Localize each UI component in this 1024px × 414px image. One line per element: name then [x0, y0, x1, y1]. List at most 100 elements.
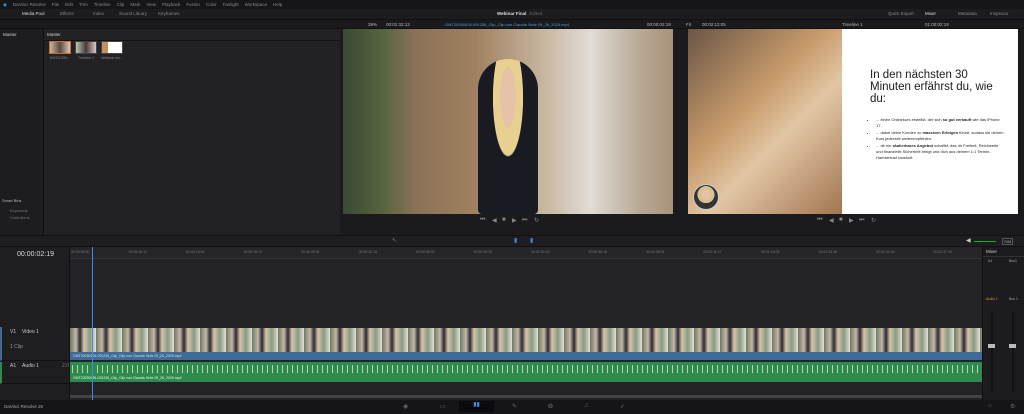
track-id: V1 [10, 329, 17, 335]
mixer-channel-label: Bus 1 [1009, 297, 1018, 301]
play-icon[interactable]: ▶ [849, 217, 854, 224]
menu-view[interactable]: View [146, 2, 156, 7]
snapping-icon[interactable]: ▮ [514, 237, 517, 244]
linked-selection-icon[interactable]: ▮ [530, 237, 533, 244]
index-button[interactable]: Index [93, 11, 104, 16]
menu-fairlight[interactable]: Fairlight [223, 2, 239, 7]
color-page-icon[interactable]: ❂ [548, 403, 553, 410]
timeline-select[interactable]: Timeline 1 [842, 22, 863, 27]
product-name: DaVinci Resolve 20 [4, 404, 44, 409]
menu-bar: ◉ DaVinci Resolve File Edit Trim Timelin… [0, 0, 1024, 9]
playhead[interactable] [92, 247, 93, 400]
video-track-header[interactable]: V1 Video 1 1 Clip [0, 327, 70, 361]
webcam-overlay [693, 184, 719, 210]
selection-tool-icon[interactable]: ↖ [392, 237, 397, 244]
webinar-thumbnail[interactable] [101, 41, 123, 54]
menu-mark[interactable]: Mark [130, 2, 140, 7]
track-name[interactable]: Video 1 [22, 329, 39, 335]
track-id: A1 [10, 363, 17, 369]
skip-start-icon[interactable]: ⏮ [817, 217, 822, 224]
project-title: Webinar Final [497, 11, 527, 16]
timeline-duration: 00:02:12:05 [702, 22, 726, 27]
timeline-viewer[interactable]: In den nächsten 30 Minuten erfährst du, … [682, 29, 1024, 235]
menu-clip[interactable]: Clip [117, 2, 125, 7]
menu-playback[interactable]: Playback [162, 2, 180, 7]
volume-slider[interactable] [974, 241, 996, 242]
stop-icon[interactable]: ■ [839, 217, 843, 223]
clip-label: Webinar sin... [101, 56, 123, 60]
play-icon[interactable]: ▶ [512, 217, 517, 224]
play-reverse-icon[interactable]: ◀ [829, 217, 834, 224]
source-video-frame [343, 29, 673, 214]
smart-bin-collections[interactable]: Collections [10, 215, 30, 220]
source-clip-name[interactable]: GMT20250926-091236_Clip_Clip von Claudia… [445, 22, 569, 27]
source-timecode: 00:00:02:19 [647, 22, 671, 27]
menu-workspace[interactable]: Workspace [245, 2, 267, 7]
menu-edit[interactable]: Edit [65, 2, 73, 7]
audio1-fader[interactable] [988, 344, 995, 348]
master-bin[interactable]: Master [0, 29, 43, 40]
cut-page-icon[interactable]: ▭ [440, 403, 446, 410]
menu-help[interactable]: Help [273, 2, 282, 7]
slide: In den nächsten 30 Minuten erfährst du, … [842, 29, 1018, 214]
timeline-zoom-select[interactable]: Fit [686, 22, 691, 27]
track-name[interactable]: Audio 1 [22, 363, 39, 369]
timeline-scrollbar[interactable] [70, 395, 982, 398]
menu-fusion[interactable]: Fusion [186, 2, 200, 7]
menu-color[interactable]: Color [206, 2, 217, 7]
quick-export-button[interactable]: Quick Export [888, 11, 914, 16]
ruler-timecode: 00:00:19:13 [243, 250, 263, 254]
fusion-page-icon[interactable]: ✎ [512, 403, 517, 410]
media-pool-button[interactable]: Media Pool [22, 11, 45, 16]
clip-count: 1 Clip [10, 344, 23, 350]
timeline-ruler[interactable]: 00:00:00:00 00:00:06:12 00:00:13:00 00:00:1… [70, 247, 982, 259]
sound-library-button[interactable]: Sound Library [119, 11, 147, 16]
play-reverse-icon[interactable]: ◀ [492, 217, 497, 224]
keyframes-button[interactable]: Keyframes [158, 11, 180, 16]
dim-button[interactable]: DIM [1002, 238, 1014, 245]
timeline-tracks[interactable]: 00:00:00:00 00:00:06:12 00:00:13:00 00:00:1… [70, 247, 982, 400]
settings-icon[interactable]: ⚙ [1010, 403, 1015, 410]
clip-thumbnail[interactable] [49, 41, 71, 54]
menu-file[interactable]: File [52, 2, 59, 7]
source-viewer[interactable]: ⏮ ◀ ■ ▶ ⏭ ↻ [340, 29, 682, 235]
ruler-timecode: 00:01:24:18 [818, 250, 838, 254]
presenter [478, 59, 538, 214]
skip-start-icon[interactable]: ⏮ [480, 217, 485, 224]
effects-button[interactable]: Effects [60, 11, 74, 16]
audio-track-header[interactable]: A1 Audio 1 2.0 [0, 362, 70, 384]
mixer-channel-id: Bus1 [1009, 259, 1017, 263]
media-page-icon[interactable]: ◉ [403, 403, 408, 410]
source-transport-controls: ⏮ ◀ ■ ▶ ⏭ ↻ [340, 217, 682, 235]
smart-bin-keywords[interactable]: Keywords [10, 208, 28, 213]
skip-end-icon[interactable]: ⏭ [522, 217, 527, 224]
ruler-timecode: 00:01:11:17 [703, 250, 722, 254]
stop-icon[interactable]: ■ [502, 217, 506, 223]
home-icon[interactable]: ⌂ [988, 403, 992, 409]
deliver-page-icon[interactable]: ➶ [620, 403, 625, 410]
loop-icon[interactable]: ↻ [871, 217, 876, 224]
viewer-header: 39% 00:01:32:13 GMT20250926-091236_Clip_… [0, 20, 1024, 29]
video-clip-label: GMT20250926-091236_Clip_Clip von Claudia… [70, 352, 982, 360]
menu-app[interactable]: DaVinci Resolve [13, 2, 46, 7]
slide-heading: In den nächsten 30 Minuten erfährst du, … [870, 69, 993, 105]
menu-trim[interactable]: Trim [79, 2, 88, 7]
fairlight-page-icon[interactable]: ♫ [584, 403, 589, 409]
skip-end-icon[interactable]: ⏭ [859, 217, 864, 224]
mixer-panel: Mixer A1 Bus1 Audio 1 Bus 1 [982, 247, 1024, 400]
mixer-button[interactable]: Mixer [925, 11, 936, 16]
source-zoom-select[interactable]: 39% [368, 22, 377, 27]
menu-timeline[interactable]: Timeline [94, 2, 111, 7]
inspector-button[interactable]: Inspector [990, 11, 1009, 16]
ruler-timecode: 00:00:45:15 [473, 250, 493, 254]
metadata-button[interactable]: Metadata [958, 11, 977, 16]
ruler-timecode: 00:00:00:00 [71, 250, 90, 254]
ruler-timecode: 00:00:26:01 [301, 250, 320, 254]
timeline-thumbnail[interactable] [75, 41, 97, 54]
fader-track [1012, 312, 1014, 392]
ruler-timecode: 00:00:06:12 [128, 250, 148, 254]
edit-page-icon[interactable]: ▮▮ [459, 401, 494, 412]
slide-bullet: ... dabei deine Kunden zu massiven Erfol… [876, 130, 1006, 142]
bus1-fader[interactable] [1009, 344, 1016, 348]
loop-icon[interactable]: ↻ [534, 217, 539, 224]
